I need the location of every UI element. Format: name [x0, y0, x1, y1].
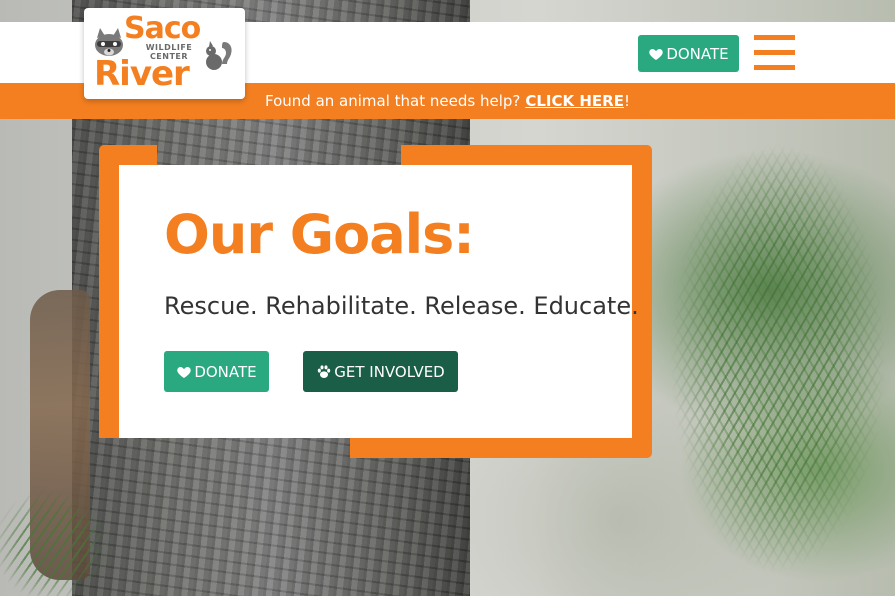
pine-branch-left: [0, 470, 130, 596]
get-involved-button[interactable]: GET INVOLVED: [303, 351, 458, 392]
page-title: Our Goals:: [164, 203, 475, 266]
get-involved-label: GET INVOLVED: [334, 362, 445, 381]
hamburger-menu-icon[interactable]: [754, 35, 795, 70]
logo-sub-wildlife: WILDLIFE: [145, 43, 193, 52]
pine-branches: [635, 120, 895, 596]
alert-text: Found an animal that needs help?: [265, 92, 521, 110]
hero-tagline: Rescue. Rehabilitate. Release. Educate.: [164, 292, 639, 320]
hero-donate-button[interactable]: DONATE: [164, 351, 269, 392]
alert-click-here-link[interactable]: CLICK HERE: [525, 92, 624, 110]
header-donate-label: DONATE: [666, 44, 729, 63]
heart-icon: [649, 48, 664, 60]
alert-suffix: !: [623, 92, 630, 110]
squirrel-icon: [206, 41, 232, 70]
logo-word-saco: Saco: [124, 11, 201, 46]
logo-word-river: River: [94, 54, 190, 94]
hero-donate-label: DONATE: [194, 362, 257, 381]
site-logo[interactable]: Saco WILDLIFE CENTER River: [84, 8, 245, 99]
header-donate-button[interactable]: DONATE: [638, 35, 739, 72]
heart-icon: [177, 366, 192, 378]
paw-icon: [318, 364, 331, 378]
